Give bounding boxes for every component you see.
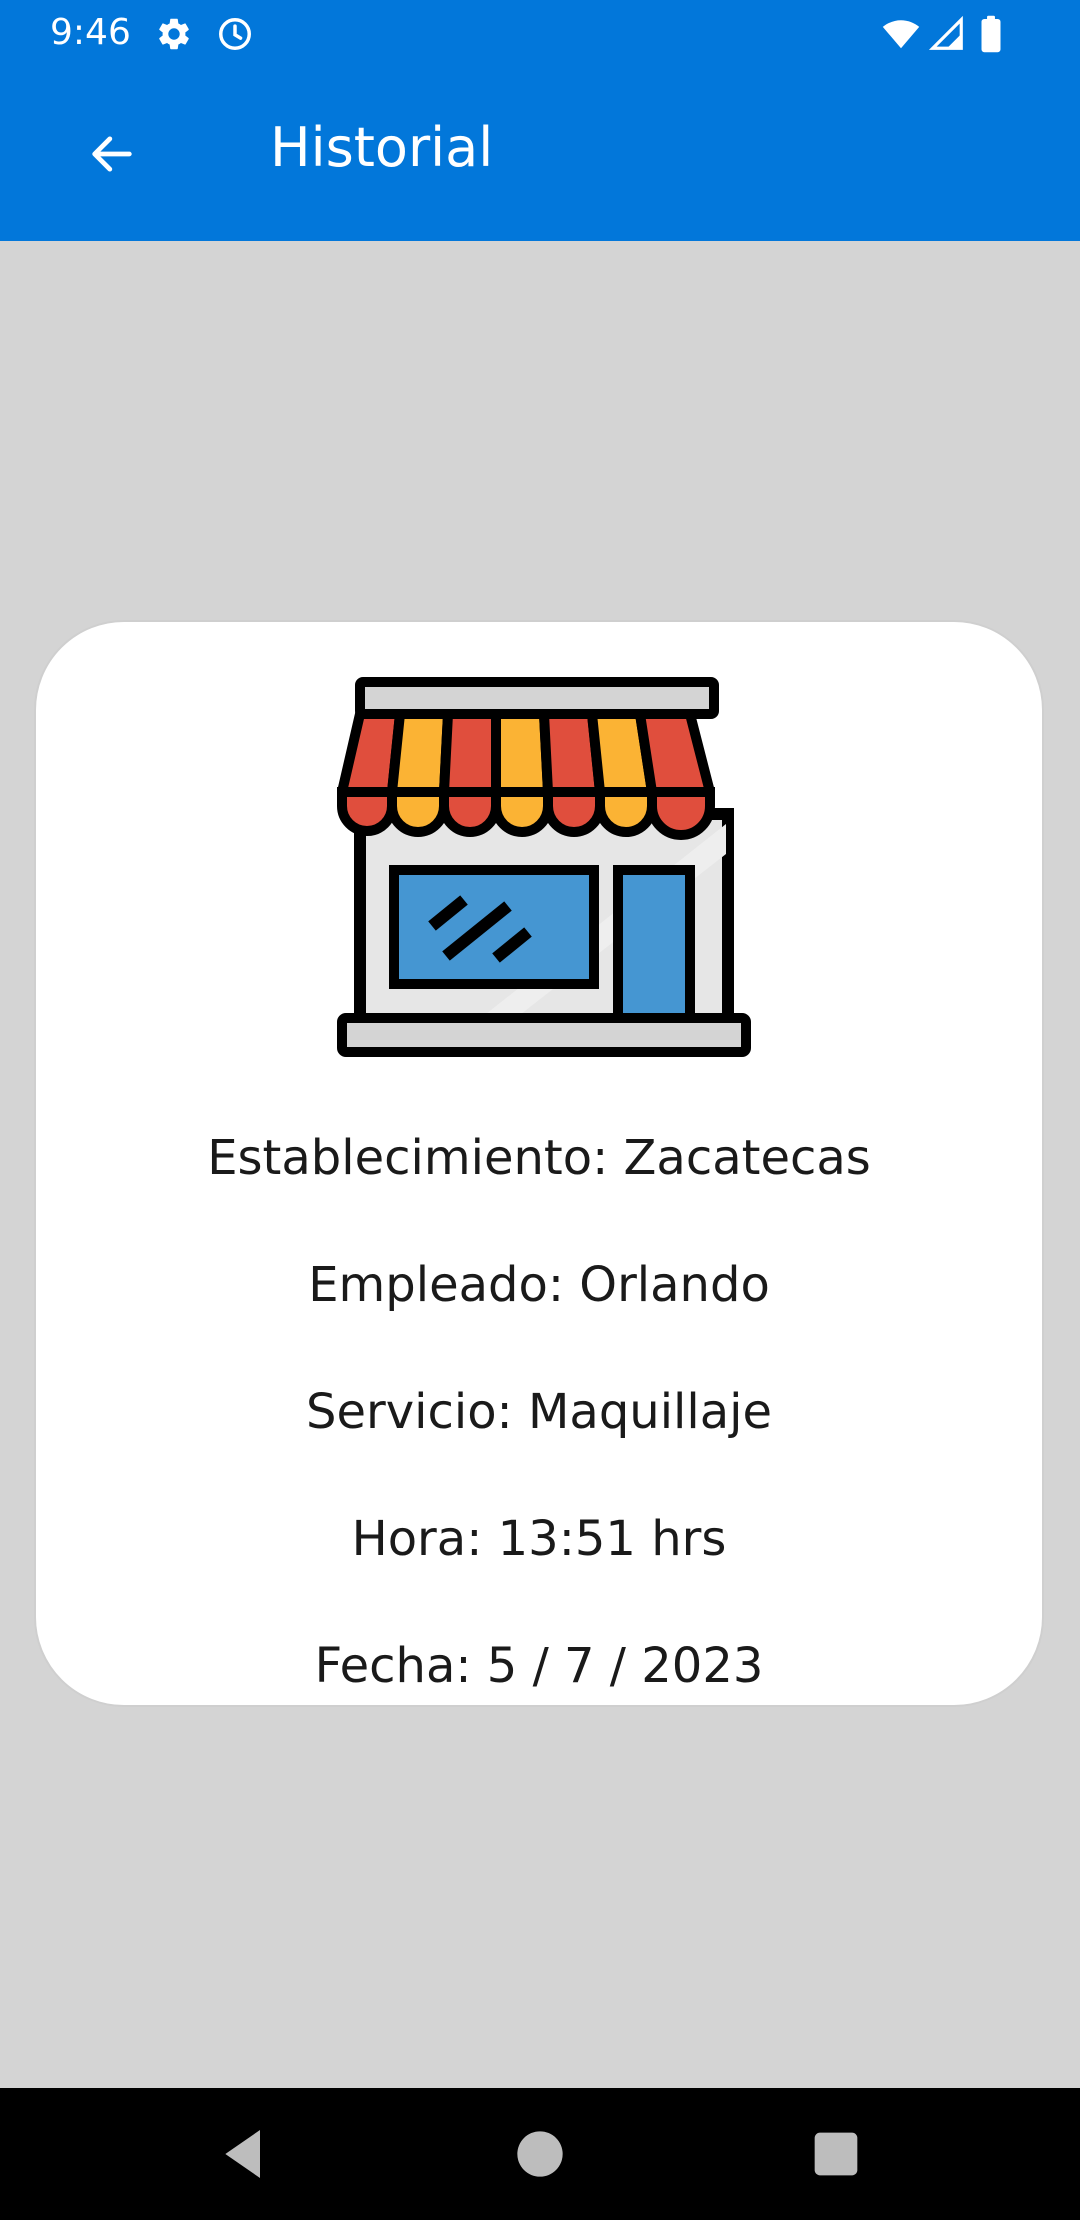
screen: 9:46 Historial Establecimiento: Zacateca… xyxy=(0,0,1080,2220)
storefront-icon xyxy=(336,674,752,1060)
arrow-back-icon xyxy=(92,136,132,172)
home-circle-icon xyxy=(517,2131,563,2177)
app-bar: 9:46 Historial xyxy=(0,0,1080,241)
back-button[interactable] xyxy=(76,118,148,190)
nav-back-button[interactable] xyxy=(212,2122,276,2186)
nav-recents-button[interactable] xyxy=(804,2122,868,2186)
service-text: Servicio: Maquillaje xyxy=(305,1384,772,1440)
employee-text: Empleado: Orlando xyxy=(308,1257,770,1313)
establishment-text: Establecimiento: Zacatecas xyxy=(207,1130,871,1186)
alarm-icon xyxy=(216,15,254,53)
cellular-icon xyxy=(928,15,966,53)
history-card: Establecimiento: Zacatecas Empleado: Orl… xyxy=(34,620,1044,1707)
time-text: Hora: 13:51 hrs xyxy=(351,1511,727,1567)
nav-home-button[interactable] xyxy=(508,2122,572,2186)
date-text: Fecha: 5 / 7 / 2023 xyxy=(314,1638,764,1694)
recents-square-icon xyxy=(814,2132,858,2176)
status-bar: 9:46 xyxy=(0,0,1080,66)
back-triangle-icon xyxy=(225,2130,260,2178)
page-title: Historial xyxy=(270,116,494,179)
navigation-bar xyxy=(0,2088,1080,2220)
battery-icon xyxy=(976,15,1006,53)
wifi-icon xyxy=(880,15,922,53)
settings-icon xyxy=(155,15,193,53)
status-time: 9:46 xyxy=(50,12,131,53)
